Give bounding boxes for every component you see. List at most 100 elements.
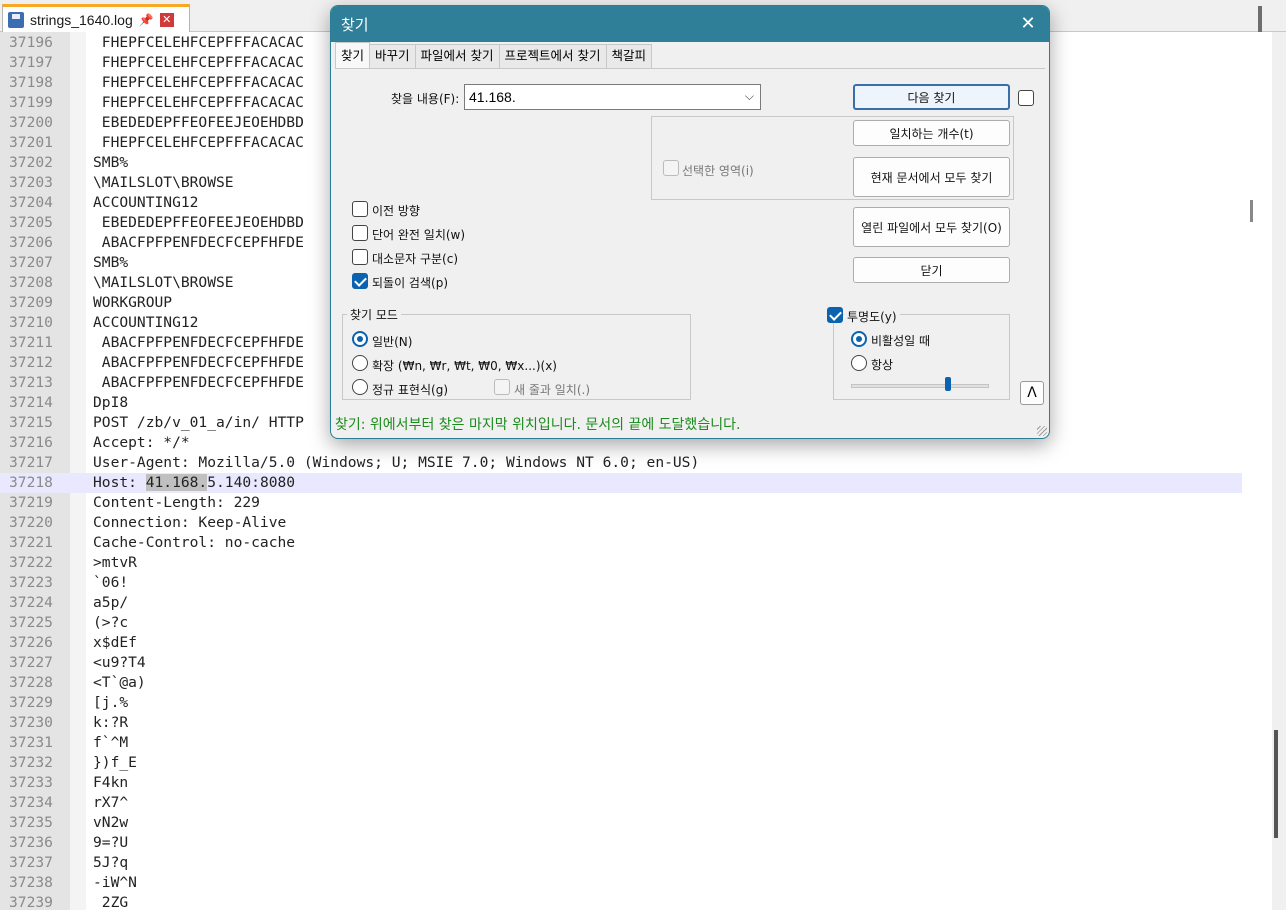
code-line[interactable]: 37222 >mtvR	[0, 553, 1242, 573]
code-line[interactable]: 37231 f`^M	[0, 733, 1242, 753]
line-text: User-Agent: Mozilla/5.0 (Windows; U; MSI…	[93, 454, 700, 471]
match-case-label: 대소문자 구분(c)	[372, 252, 459, 266]
transparency-always-radio[interactable]	[851, 355, 867, 371]
find-next-option-checkbox[interactable]	[1018, 90, 1034, 106]
backward-direction-checkbox[interactable]	[352, 201, 368, 217]
line-text: ACCOUNTING12	[93, 314, 199, 331]
tab-find-in-projects[interactable]: 프로젝트에서 찾기	[498, 44, 607, 68]
code-line[interactable]: 37228 <T`@a)	[0, 673, 1242, 693]
tab-bar-divider	[1258, 6, 1262, 32]
line-number: 37222	[9, 554, 53, 571]
transparency-on-losing-focus-label: 비활성일 때	[871, 334, 931, 348]
code-line[interactable]: 37237 5J?q	[0, 853, 1242, 873]
match-case-checkbox[interactable]	[352, 249, 368, 265]
code-line[interactable]: 37225 (>?c	[0, 613, 1242, 633]
line-number: 37236	[9, 834, 53, 851]
find-all-in-open-files-button[interactable]: 열린 파일에서 모두 찾기(O)	[853, 207, 1010, 247]
transparency-checkbox[interactable]	[827, 307, 843, 323]
line-number: 37229	[9, 694, 53, 711]
line-text: Accept: */*	[93, 434, 190, 451]
wrap-around-label: 되돌이 검색(p)	[372, 276, 448, 290]
tab-find-in-files[interactable]: 파일에서 찾기	[414, 44, 500, 68]
code-line[interactable]: 37221 Cache-Control: no-cache	[0, 533, 1242, 553]
find-dialog: 찾기 ✕ 찾기 바꾸기 파일에서 찾기 프로젝트에서 찾기 책갈피 찾을 내용(…	[330, 5, 1050, 439]
line-number: 37237	[9, 854, 53, 871]
resize-grip-icon[interactable]	[1037, 426, 1047, 436]
transparency-on-losing-focus-radio[interactable]	[851, 331, 867, 347]
code-line[interactable]: 37239 2ZG	[0, 893, 1242, 910]
line-number: 37205	[9, 214, 53, 231]
line-text: ABACFPFPENFDECFCEPFHFDE	[93, 234, 304, 251]
line-text: f`^M	[93, 734, 129, 751]
mode-normal-radio[interactable]	[352, 331, 368, 347]
line-number: 37226	[9, 634, 53, 651]
code-line[interactable]: 37229 [j.%	[0, 693, 1242, 713]
code-line[interactable]: 37235 vN2w	[0, 813, 1242, 833]
mode-extended-radio[interactable]	[352, 355, 368, 371]
line-text: Cache-Control: no-cache	[93, 534, 296, 551]
wrap-around-checkbox[interactable]	[352, 273, 368, 289]
tab-mark[interactable]: 책갈피	[605, 44, 653, 68]
code-line[interactable]: 37219 Content-Length: 229	[0, 493, 1242, 513]
code-line[interactable]: 37227 <u9?T4	[0, 653, 1242, 673]
line-text: })f_E	[93, 754, 137, 771]
find-all-in-current-button[interactable]: 현재 문서에서 모두 찾기	[853, 157, 1010, 197]
line-number: 37216	[9, 434, 53, 451]
line-text: 2ZG	[93, 894, 129, 910]
code-line[interactable]: 37226 x$dEf	[0, 633, 1242, 653]
mode-regex-radio[interactable]	[352, 379, 368, 395]
line-text: -iW^N	[93, 874, 137, 891]
transparency-label: 투명도(y)	[844, 308, 900, 325]
line-text: FHEPFCELEHFCEPFFFACACAC	[93, 34, 304, 51]
whole-word-checkbox[interactable]	[352, 225, 368, 241]
dialog-close-icon[interactable]: ✕	[1013, 10, 1043, 38]
code-line[interactable]: 37224 a5p/	[0, 593, 1242, 613]
line-text-before-match: Host:	[93, 474, 146, 491]
file-tab[interactable]: strings_1640.log 📌 ✕	[2, 4, 190, 32]
line-text: <u9?T4	[93, 654, 146, 671]
dialog-titlebar[interactable]: 찾기 ✕	[331, 6, 1049, 42]
line-number: 37196	[9, 34, 53, 51]
chevron-down-icon[interactable]: ⌵	[745, 89, 754, 104]
code-line[interactable]: 37220 Connection: Keep-Alive	[0, 513, 1242, 533]
pin-icon[interactable]: 📌	[139, 13, 154, 27]
code-line[interactable]: 37230 k:?R	[0, 713, 1242, 733]
code-line[interactable]: 37234 rX7^	[0, 793, 1242, 813]
code-line[interactable]: 37218 Host: 41.168.5.140:8080	[0, 473, 1242, 493]
line-number: 37202	[9, 154, 53, 171]
close-tab-icon[interactable]: ✕	[159, 12, 174, 27]
code-line[interactable]: 37233 F4kn	[0, 773, 1242, 793]
line-text: FHEPFCELEHFCEPFFFACACAC	[93, 94, 304, 111]
line-number: 37230	[9, 714, 53, 731]
tab-find[interactable]: 찾기	[335, 42, 371, 68]
scrollbar-thumb[interactable]	[1250, 200, 1253, 222]
line-number: 37239	[9, 894, 53, 910]
line-text: 9=?U	[93, 834, 129, 851]
in-selection-checkbox[interactable]	[663, 160, 679, 176]
count-button[interactable]: 일치하는 개수(t)	[853, 120, 1010, 146]
vertical-scrollbar[interactable]	[1242, 32, 1258, 910]
code-line[interactable]: 37236 9=?U	[0, 833, 1242, 853]
line-number: 37206	[9, 234, 53, 251]
line-text: POST /zb/v_01_a/in/ HTTP	[93, 414, 304, 431]
find-next-button[interactable]: 다음 찾기	[853, 84, 1010, 110]
line-text: ABACFPFPENFDECFCEPFHFDE	[93, 374, 304, 391]
transparency-slider[interactable]	[851, 384, 989, 388]
tab-replace[interactable]: 바꾸기	[369, 44, 416, 68]
code-line[interactable]: 37232})f_E	[0, 753, 1242, 773]
code-line[interactable]: 37223 `06!	[0, 573, 1242, 593]
find-what-combo[interactable]: ⌵	[464, 84, 761, 110]
line-text: `06!	[93, 574, 129, 591]
find-what-input[interactable]	[465, 85, 725, 109]
collapse-up-icon[interactable]: Λ	[1020, 381, 1044, 405]
transparency-slider-thumb[interactable]	[944, 377, 951, 391]
close-button[interactable]: 닫기	[853, 257, 1010, 283]
line-text: ACCOUNTING12	[93, 194, 199, 211]
line-number: 37234	[9, 794, 53, 811]
code-line[interactable]: 37217 User-Agent: Mozilla/5.0 (Windows; U…	[0, 453, 1242, 473]
code-line[interactable]: 37238 -iW^N	[0, 873, 1242, 893]
line-text: rX7^	[93, 794, 129, 811]
window-edge-scrollbar-thumb[interactable]	[1274, 730, 1278, 838]
dot-matches-newline-checkbox[interactable]	[494, 379, 510, 395]
line-number: 37207	[9, 254, 53, 271]
